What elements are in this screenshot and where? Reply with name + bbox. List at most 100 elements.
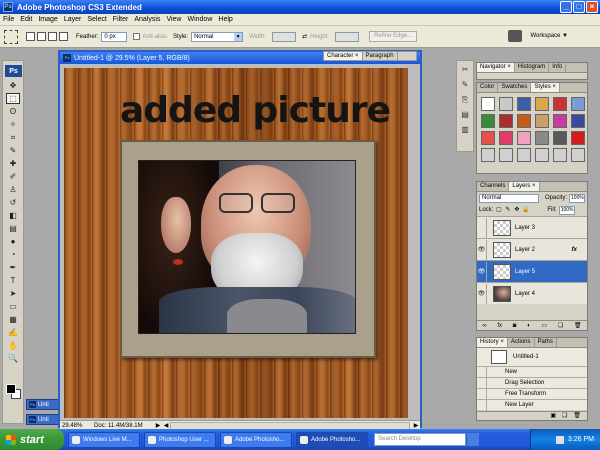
adjustment-layer-icon[interactable]: ◐ xyxy=(527,323,531,329)
menu-view[interactable]: View xyxy=(166,16,181,23)
style-swatch[interactable] xyxy=(517,97,531,111)
marquee-tool-icon[interactable]: ⬚ xyxy=(6,93,20,104)
pen-tool-icon[interactable]: ✒ xyxy=(6,262,20,273)
zoom-level[interactable]: 29.48% xyxy=(60,423,88,429)
brushes-icon[interactable]: ✎ xyxy=(459,79,471,91)
layer-style-icon[interactable]: fx xyxy=(497,323,502,329)
menu-edit[interactable]: Edit xyxy=(20,16,32,23)
start-button[interactable]: start xyxy=(0,429,64,450)
blur-tool-icon[interactable]: ● xyxy=(6,236,20,247)
history-brush-source-box[interactable] xyxy=(477,366,487,378)
menu-select[interactable]: Select xyxy=(87,16,106,23)
style-swatch[interactable] xyxy=(481,131,495,145)
style-swatch[interactable] xyxy=(499,114,513,128)
close-button[interactable]: × xyxy=(586,1,598,13)
lasso-tool-icon[interactable]: ʘ xyxy=(6,106,20,117)
layer-mask-icon[interactable]: ◙ xyxy=(513,323,517,329)
crop-tool-icon[interactable]: ⌗ xyxy=(6,132,20,143)
tools-preset-icon[interactable]: ✂ xyxy=(459,64,471,76)
group-icon[interactable]: ▭ xyxy=(541,322,547,329)
scroll-right-icon[interactable]: ▶ xyxy=(412,422,420,429)
menu-analysis[interactable]: Analysis xyxy=(134,16,160,23)
type-tool-icon[interactable]: T xyxy=(6,275,20,286)
new-snapshot-icon[interactable]: ❏ xyxy=(562,412,567,420)
opacity-input[interactable]: 100% xyxy=(569,193,586,203)
zoom-tool-icon[interactable]: 🔍 xyxy=(6,353,20,364)
notes-icon[interactable]: ▥ xyxy=(459,124,471,136)
delete-layer-icon[interactable]: 🗑 xyxy=(574,322,582,329)
scroll-left-icon[interactable]: ◀ xyxy=(162,422,170,429)
layer-comps-icon[interactable]: ▤ xyxy=(459,109,471,121)
swap-dimensions-icon[interactable]: ⇄ xyxy=(302,33,310,40)
subtract-selection-icon[interactable] xyxy=(48,32,57,41)
delete-state-icon[interactable]: 🗑 xyxy=(573,412,581,420)
lock-all-icon[interactable]: 🔒 xyxy=(522,207,529,214)
layer-visibility-eye-icon[interactable] xyxy=(477,217,487,238)
width-input[interactable] xyxy=(272,31,297,42)
gradient-tool-icon[interactable]: ▤ xyxy=(6,223,20,234)
lock-transparency-icon[interactable]: ▢ xyxy=(495,207,502,214)
layer-visibility-eye-icon[interactable]: 👁 xyxy=(477,261,487,282)
style-swatch[interactable] xyxy=(571,148,585,162)
search-icon[interactable] xyxy=(467,433,479,446)
taskbar-button[interactable]: Adobe Photosho... xyxy=(220,431,292,448)
path-selection-tool-icon[interactable]: ➤ xyxy=(6,288,20,299)
style-swatch[interactable] xyxy=(481,97,495,111)
taskbar-button[interactable]: Adobe Photosho... xyxy=(296,431,368,448)
style-swatch[interactable] xyxy=(571,114,585,128)
tab-info[interactable]: Info xyxy=(549,63,567,72)
tab-layers[interactable]: Layers × xyxy=(509,182,540,191)
tab-swatches[interactable]: Swatches xyxy=(498,83,532,92)
layer-row[interactable]: 👁 Layer 2 fx xyxy=(477,238,587,260)
style-swatch[interactable] xyxy=(571,97,585,111)
clone-source-icon[interactable]: ⎘ xyxy=(459,94,471,106)
tab-styles[interactable]: Styles × xyxy=(531,83,560,92)
antialias-checkbox[interactable] xyxy=(133,33,141,40)
menu-image[interactable]: Image xyxy=(38,16,57,23)
layer-visibility-eye-icon[interactable]: 👁 xyxy=(477,283,487,304)
style-swatch[interactable] xyxy=(499,97,513,111)
style-swatch[interactable] xyxy=(535,131,549,145)
new-layer-icon[interactable]: ❏ xyxy=(558,322,563,329)
blend-mode-select[interactable]: Normal xyxy=(479,193,539,203)
history-state[interactable]: New Layer xyxy=(477,399,587,411)
style-swatch[interactable] xyxy=(535,114,549,128)
dodge-tool-icon[interactable]: ◔ xyxy=(6,249,20,260)
refine-edge-button[interactable]: Refine Edge... xyxy=(369,31,418,42)
canvas-area[interactable]: added picture xyxy=(60,64,420,422)
bridge-icon[interactable] xyxy=(508,30,523,42)
lock-position-icon[interactable]: ✥ xyxy=(513,207,520,214)
intersect-selection-icon[interactable] xyxy=(59,32,68,41)
add-selection-icon[interactable] xyxy=(37,32,46,41)
workspace-menu[interactable]: Workspace ▼ xyxy=(508,30,568,42)
style-swatch[interactable] xyxy=(517,131,531,145)
taskbar-button[interactable]: Windows Live M... xyxy=(68,431,140,448)
link-layers-icon[interactable]: ∞ xyxy=(482,323,486,329)
style-swatch[interactable] xyxy=(553,114,567,128)
tab-paragraph[interactable]: Paragraph xyxy=(363,52,398,60)
canvas[interactable]: added picture xyxy=(64,68,408,418)
layer-visibility-eye-icon[interactable]: 👁 xyxy=(477,239,487,260)
layer-effects-badge[interactable]: fx xyxy=(572,247,577,253)
minimize-button[interactable]: _ xyxy=(560,1,572,13)
tab-actions[interactable]: Actions xyxy=(508,338,535,347)
photoshop-logo[interactable]: Ps xyxy=(5,65,22,77)
style-swatch[interactable] xyxy=(517,148,531,162)
style-swatch[interactable] xyxy=(499,131,513,145)
style-swatch[interactable] xyxy=(499,148,513,162)
hand-tool-icon[interactable]: ✋ xyxy=(6,340,20,351)
tab-paths[interactable]: Paths xyxy=(535,338,557,347)
menu-window[interactable]: Window xyxy=(187,16,212,23)
tab-channels[interactable]: Channels xyxy=(477,182,510,191)
clone-stamp-tool-icon[interactable]: ♙ xyxy=(6,184,20,195)
menu-help[interactable]: Help xyxy=(218,16,232,23)
lock-pixels-icon[interactable]: ✎ xyxy=(504,207,511,214)
maximize-button[interactable]: □ xyxy=(573,1,585,13)
history-brush-source-box[interactable] xyxy=(477,388,487,400)
tab-character[interactable]: Character × xyxy=(324,52,363,60)
eyedropper2-tool-icon[interactable]: ✍ xyxy=(6,327,20,338)
layer-row[interactable]: Layer 3 xyxy=(477,216,587,238)
feather-input[interactable]: 0 px xyxy=(101,31,128,42)
height-input[interactable] xyxy=(335,31,360,42)
menu-layer[interactable]: Layer xyxy=(64,16,82,23)
